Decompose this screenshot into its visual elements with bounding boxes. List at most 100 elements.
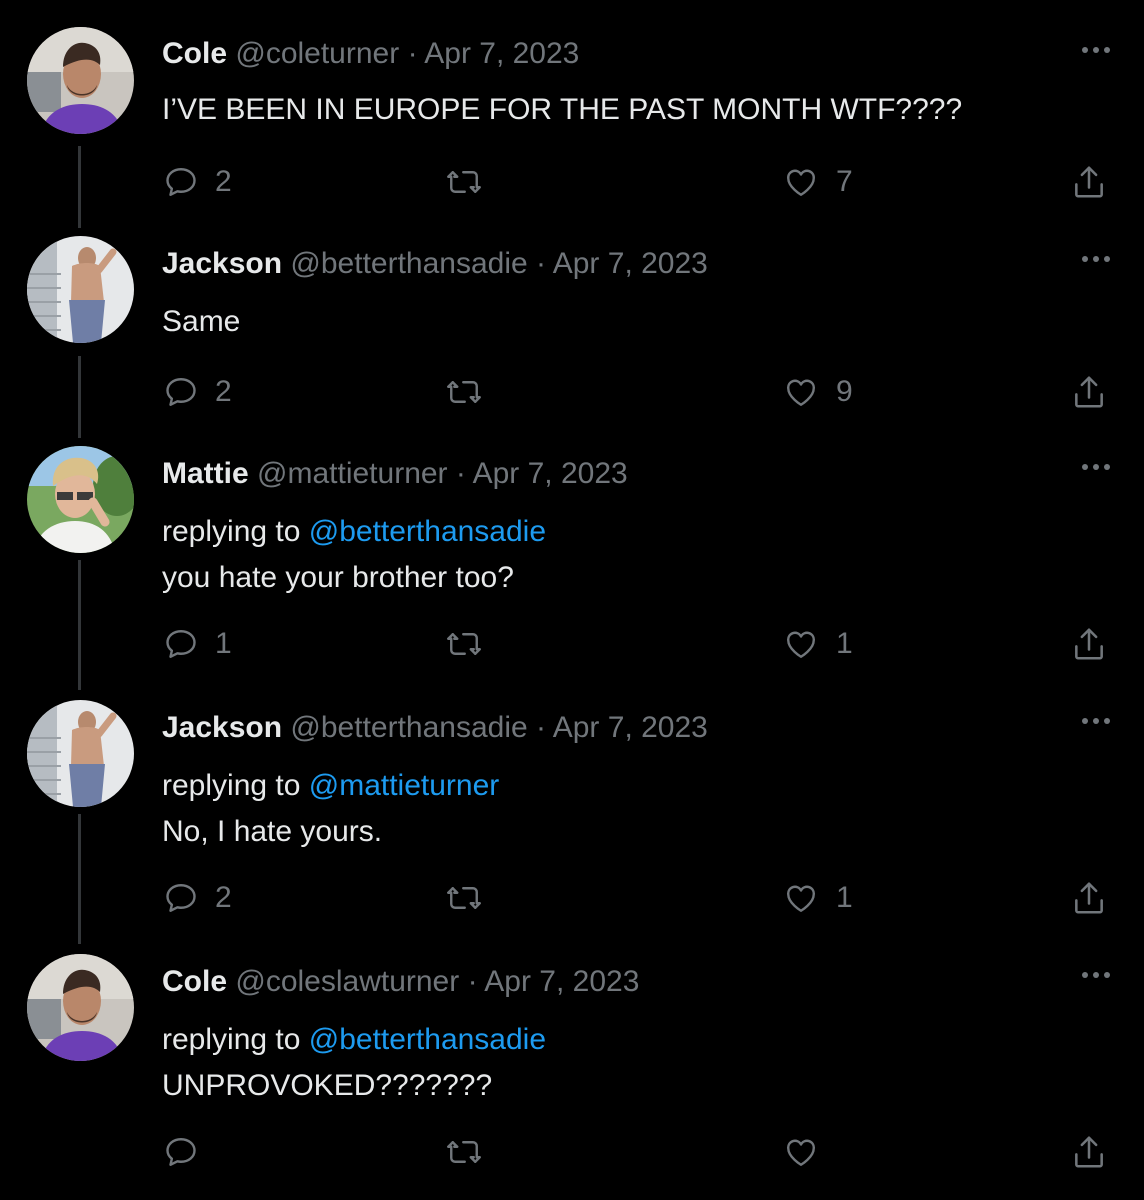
reply-prefix: replying to: [162, 769, 309, 802]
avatar[interactable]: [27, 27, 134, 134]
user-handle[interactable]: @betterthansadie: [290, 711, 527, 744]
tweet[interactable]: Jackson @betterthansadie · Apr 7, 2023 r…: [0, 688, 1144, 942]
avatar[interactable]: [27, 446, 134, 553]
heart-outline-icon: [782, 164, 820, 200]
heart-outline-icon: [782, 880, 820, 916]
like-count: 1: [836, 881, 853, 914]
speech-bubble-icon: [163, 880, 199, 916]
mention-link[interactable]: @betterthansadie: [309, 515, 546, 548]
reply-context: replying to @betterthansadie: [162, 1017, 546, 1063]
separator-dot: ·: [467, 965, 478, 998]
tweet-thread: Cole @coleturner · Apr 7, 2023 I’VE BEEN…: [0, 0, 1144, 1200]
like-count: 1: [836, 627, 853, 660]
more-options-button[interactable]: [1078, 714, 1114, 726]
three-dots-icon: [1082, 972, 1110, 978]
like-button[interactable]: 1: [782, 624, 853, 664]
more-options-button[interactable]: [1078, 460, 1114, 472]
like-button[interactable]: [782, 1132, 836, 1172]
tweet[interactable]: Mattie @mattieturner · Apr 7, 2023 reply…: [0, 434, 1144, 688]
reply-prefix: replying to: [162, 515, 309, 548]
tweet-text: Same: [162, 299, 240, 345]
tweet-text-content: I’VE BEEN IN EUROPE FOR THE PAST MONTH W…: [162, 93, 963, 126]
like-button[interactable]: 9: [782, 372, 853, 412]
user-handle[interactable]: @coleturner: [235, 37, 399, 70]
reply-button[interactable]: 1: [163, 624, 232, 664]
tweet-header: Cole @coleslawturner · Apr 7, 2023: [162, 964, 639, 1000]
tweet-date[interactable]: Apr 7, 2023: [473, 457, 628, 490]
tweet[interactable]: Cole @coleturner · Apr 7, 2023 I’VE BEEN…: [0, 0, 1144, 222]
tweet-header: Jackson @betterthansadie · Apr 7, 2023: [162, 710, 708, 746]
retweet-arrows-icon: [444, 626, 484, 662]
user-handle[interactable]: @coleslawturner: [235, 965, 459, 998]
tweet[interactable]: Jackson @betterthansadie · Apr 7, 2023 S…: [0, 222, 1144, 434]
tweet-actions: 2 9: [0, 372, 1144, 412]
mention-link[interactable]: @mattieturner: [309, 769, 500, 802]
tweet-date[interactable]: Apr 7, 2023: [424, 37, 579, 70]
display-name[interactable]: Cole: [162, 965, 227, 998]
avatar[interactable]: [27, 954, 134, 1061]
reply-button[interactable]: 2: [163, 878, 232, 918]
more-options-button[interactable]: [1078, 252, 1114, 264]
more-options-button[interactable]: [1078, 43, 1114, 55]
tweet-text-content: Same: [162, 305, 241, 338]
tweet-header: Mattie @mattieturner · Apr 7, 2023: [162, 456, 628, 492]
reply-count: 2: [215, 165, 232, 198]
separator-dot: ·: [407, 37, 418, 70]
retweet-button[interactable]: [444, 162, 484, 202]
share-button[interactable]: [1070, 624, 1108, 664]
tweet-text-content: No, I hate yours.: [162, 815, 383, 848]
share-button[interactable]: [1070, 878, 1108, 918]
separator-dot: ·: [536, 711, 547, 744]
three-dots-icon: [1082, 464, 1110, 470]
display-name[interactable]: Jackson: [162, 711, 282, 744]
retweet-arrows-icon: [444, 1134, 484, 1170]
reply-context: replying to @betterthansadie: [162, 509, 546, 555]
retweet-button[interactable]: [444, 372, 484, 412]
reply-button[interactable]: 2: [163, 162, 232, 202]
share-upload-icon: [1070, 373, 1108, 411]
separator-dot: ·: [455, 457, 466, 490]
like-button[interactable]: 1: [782, 878, 853, 918]
tweet-text: replying to @mattieturner No, I hate you…: [162, 763, 499, 855]
speech-bubble-icon: [163, 626, 199, 662]
three-dots-icon: [1082, 47, 1110, 53]
share-button[interactable]: [1070, 1132, 1108, 1172]
more-options-button[interactable]: [1078, 968, 1114, 980]
reply-button[interactable]: [163, 1132, 215, 1172]
share-button[interactable]: [1070, 162, 1108, 202]
share-button[interactable]: [1070, 372, 1108, 412]
retweet-button[interactable]: [444, 624, 484, 664]
tweet-date[interactable]: Apr 7, 2023: [484, 965, 639, 998]
like-count: 7: [836, 165, 853, 198]
tweet-date[interactable]: Apr 7, 2023: [553, 711, 708, 744]
tweet-date[interactable]: Apr 7, 2023: [553, 247, 708, 280]
tweet-header: Cole @coleturner · Apr 7, 2023: [162, 36, 579, 72]
tweet-text: replying to @betterthansadie UNPROVOKED?…: [162, 1017, 546, 1109]
display-name[interactable]: Mattie: [162, 457, 249, 490]
retweet-arrows-icon: [444, 880, 484, 916]
user-handle[interactable]: @mattieturner: [257, 457, 448, 490]
speech-bubble-icon: [163, 164, 199, 200]
retweet-button[interactable]: [444, 1132, 484, 1172]
like-button[interactable]: 7: [782, 162, 853, 202]
tweet-actions: [0, 1132, 1144, 1172]
display-name[interactable]: Cole: [162, 37, 227, 70]
tweet-text: I’VE BEEN IN EUROPE FOR THE PAST MONTH W…: [162, 87, 962, 133]
share-upload-icon: [1070, 879, 1108, 917]
user-handle[interactable]: @betterthansadie: [290, 247, 527, 280]
display-name[interactable]: Jackson: [162, 247, 282, 280]
reply-count: 2: [215, 881, 232, 914]
share-upload-icon: [1070, 1133, 1108, 1171]
avatar[interactable]: [27, 700, 134, 807]
tweet-actions: 2 7: [0, 162, 1144, 202]
tweet-actions: 1 1: [0, 624, 1144, 664]
mention-link[interactable]: @betterthansadie: [309, 1023, 546, 1056]
retweet-button[interactable]: [444, 878, 484, 918]
tweet-text-content: UNPROVOKED???????: [162, 1069, 493, 1102]
tweet-text: replying to @betterthansadie you hate yo…: [162, 509, 546, 601]
heart-outline-icon: [782, 374, 820, 410]
reply-button[interactable]: 2: [163, 372, 232, 412]
avatar[interactable]: [27, 236, 134, 343]
tweet[interactable]: Cole @coleslawturner · Apr 7, 2023 reply…: [0, 942, 1144, 1200]
like-count: 9: [836, 375, 853, 408]
